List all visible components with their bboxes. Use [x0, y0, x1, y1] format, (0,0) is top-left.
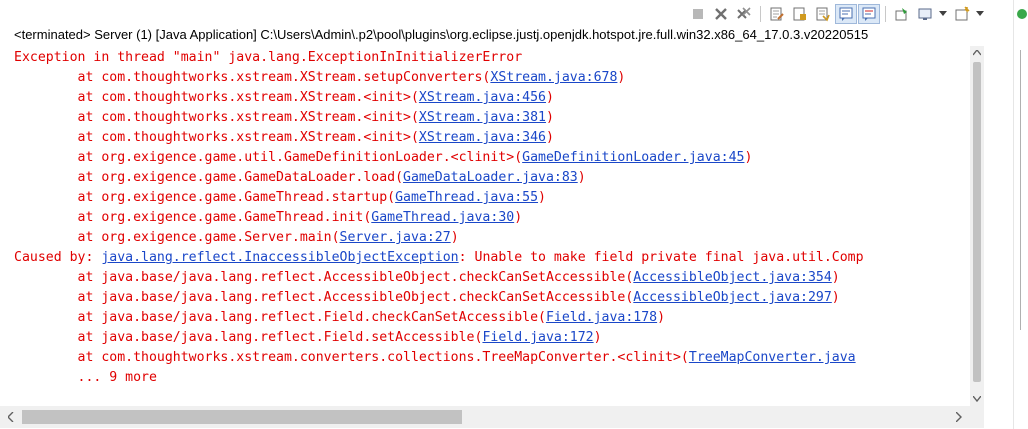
source-link[interactable]: XStream.java:678: [490, 70, 617, 85]
source-link[interactable]: Server.java:27: [340, 230, 451, 245]
console-line-suffix: ): [657, 310, 666, 325]
console-line: at java.base/java.lang.reflect.Field.che…: [14, 308, 666, 328]
horizontal-scrollbar[interactable]: [0, 406, 970, 428]
console-line-text: at com.thoughtworks.xstream.XStream.setu…: [14, 70, 491, 85]
console-line: Exception in thread "main" java.lang.Exc…: [14, 48, 522, 68]
scroll-left-icon[interactable]: [0, 406, 22, 428]
source-link[interactable]: TreeMapConverter.java: [689, 350, 856, 365]
vertical-scroll-thumb[interactable]: [973, 62, 981, 382]
console-line: at java.base/java.lang.reflect.Field.set…: [14, 328, 602, 348]
console-line: ... 9 more: [14, 368, 157, 388]
console-line: at org.exigence.game.GameThread.init(Gam…: [14, 208, 523, 228]
open-console-icon[interactable]: [952, 5, 972, 23]
source-link[interactable]: GameThread.java:30: [371, 210, 514, 225]
source-link[interactable]: Field.java:178: [546, 310, 657, 325]
console-line: at org.exigence.game.Server.main(Server.…: [14, 228, 459, 248]
console-line-text: Exception in thread "main" java.lang.Exc…: [14, 50, 523, 65]
console-line-text: at java.base/java.lang.reflect.Accessibl…: [14, 290, 634, 305]
scrollbar-corner: [970, 406, 984, 428]
scroll-right-icon[interactable]: [948, 406, 970, 428]
console-line-text: at com.thoughtworks.xstream.XStream.<ini…: [14, 110, 419, 125]
console-line: at com.thoughtworks.xstream.XStream.<ini…: [14, 128, 554, 148]
outline-guide: [1020, 50, 1021, 330]
console-line-suffix: ): [831, 290, 840, 305]
terminate-icon[interactable]: [688, 5, 708, 23]
scroll-lock-icon[interactable]: [790, 5, 810, 23]
console-line-suffix: : Unable to make field private final jav…: [458, 250, 864, 265]
console-line-suffix: ): [514, 210, 523, 225]
console-line: at com.thoughtworks.xstream.XStream.<ini…: [14, 88, 554, 108]
console-line-text: at org.exigence.game.Server.main(: [14, 230, 340, 245]
clear-console-icon[interactable]: [767, 5, 787, 23]
console-line-suffix: ): [577, 170, 586, 185]
show-on-stdout-icon[interactable]: [835, 4, 857, 24]
console-line: at com.thoughtworks.xstream.XStream.<ini…: [14, 108, 554, 128]
console-line-text: at com.thoughtworks.xstream.XStream.<ini…: [14, 90, 419, 105]
scroll-down-icon[interactable]: [970, 392, 984, 406]
adjacent-view-edge: [1013, 0, 1028, 429]
display-console-icon[interactable]: [915, 5, 935, 23]
source-link[interactable]: XStream.java:346: [419, 130, 546, 145]
console-line-suffix: ): [450, 230, 459, 245]
console-line-text: at java.base/java.lang.reflect.Accessibl…: [14, 270, 634, 285]
console-output[interactable]: Exception in thread "main" java.lang.Exc…: [0, 46, 970, 406]
toolbar-separator: [885, 6, 886, 22]
source-link[interactable]: GameThread.java:55: [395, 190, 538, 205]
console-line-suffix: ): [538, 190, 546, 205]
source-link[interactable]: GameDefinitionLoader.java:45: [522, 150, 744, 165]
source-link[interactable]: Field.java:172: [482, 330, 593, 345]
source-link[interactable]: AccessibleObject.java:354: [633, 270, 832, 285]
console-line: at org.exigence.game.GameDataLoader.load…: [14, 168, 586, 188]
source-link[interactable]: GameDataLoader.java:83: [403, 170, 578, 185]
console-line-suffix: ): [545, 130, 554, 145]
console-line-text: at org.exigence.game.GameThread.startup(: [14, 190, 396, 205]
console-line-suffix: ): [617, 70, 626, 85]
console-line-text: at java.base/java.lang.reflect.Field.set…: [14, 330, 483, 345]
console-line: at org.exigence.game.util.GameDefinition…: [14, 148, 753, 168]
remove-launch-icon[interactable]: [711, 5, 731, 23]
scroll-up-icon[interactable]: [970, 46, 984, 60]
pin-console-icon[interactable]: [892, 5, 912, 23]
chevron-down-icon[interactable]: [938, 5, 948, 23]
console-toolbar: [0, 0, 1028, 28]
console-line-text: at com.thoughtworks.xstream.converters.c…: [14, 350, 689, 365]
word-wrap-icon[interactable]: [813, 5, 833, 23]
horizontal-scroll-thumb[interactable]: [22, 410, 462, 424]
console-line-suffix: ): [831, 270, 840, 285]
console-line-suffix: ): [545, 110, 554, 125]
status-circle-icon: [1017, 9, 1027, 19]
console-line: Caused by: java.lang.reflect.Inaccessibl…: [14, 248, 864, 268]
console-line-suffix: ): [744, 150, 753, 165]
vertical-scrollbar[interactable]: [970, 46, 984, 406]
console-line-text: at org.exigence.game.GameThread.init(: [14, 210, 372, 225]
source-link[interactable]: AccessibleObject.java:297: [633, 290, 832, 305]
console-line-text: at org.exigence.game.GameDataLoader.load…: [14, 170, 404, 185]
console-line: at java.base/java.lang.reflect.Accessibl…: [14, 268, 840, 288]
console-line-text: at com.thoughtworks.xstream.XStream.<ini…: [14, 130, 419, 145]
console-line-text: ... 9 more: [14, 370, 157, 385]
console-line: at org.exigence.game.GameThread.startup(…: [14, 188, 546, 208]
chevron-down-icon[interactable]: [975, 5, 985, 23]
toolbar-separator: [760, 6, 761, 22]
console-line: at com.thoughtworks.xstream.converters.c…: [14, 348, 856, 368]
source-link[interactable]: XStream.java:381: [419, 110, 546, 125]
console-line: at com.thoughtworks.xstream.XStream.setu…: [14, 68, 626, 88]
source-link[interactable]: java.lang.reflect.InaccessibleObjectExce…: [101, 250, 458, 265]
console-line: at java.base/java.lang.reflect.Accessibl…: [14, 288, 840, 308]
remove-all-terminated-icon[interactable]: [734, 5, 754, 23]
console-line-suffix: ): [593, 330, 602, 345]
console-line-text: at java.base/java.lang.reflect.Field.che…: [14, 310, 546, 325]
source-link[interactable]: XStream.java:456: [419, 90, 546, 105]
show-on-stderr-icon[interactable]: [858, 4, 880, 24]
console-line-suffix: ): [545, 90, 554, 105]
console-line-text: Caused by:: [14, 250, 102, 265]
console-line-text: at org.exigence.game.util.GameDefinition…: [14, 150, 523, 165]
console-title: <terminated> Server (1) [Java Applicatio…: [14, 27, 869, 42]
